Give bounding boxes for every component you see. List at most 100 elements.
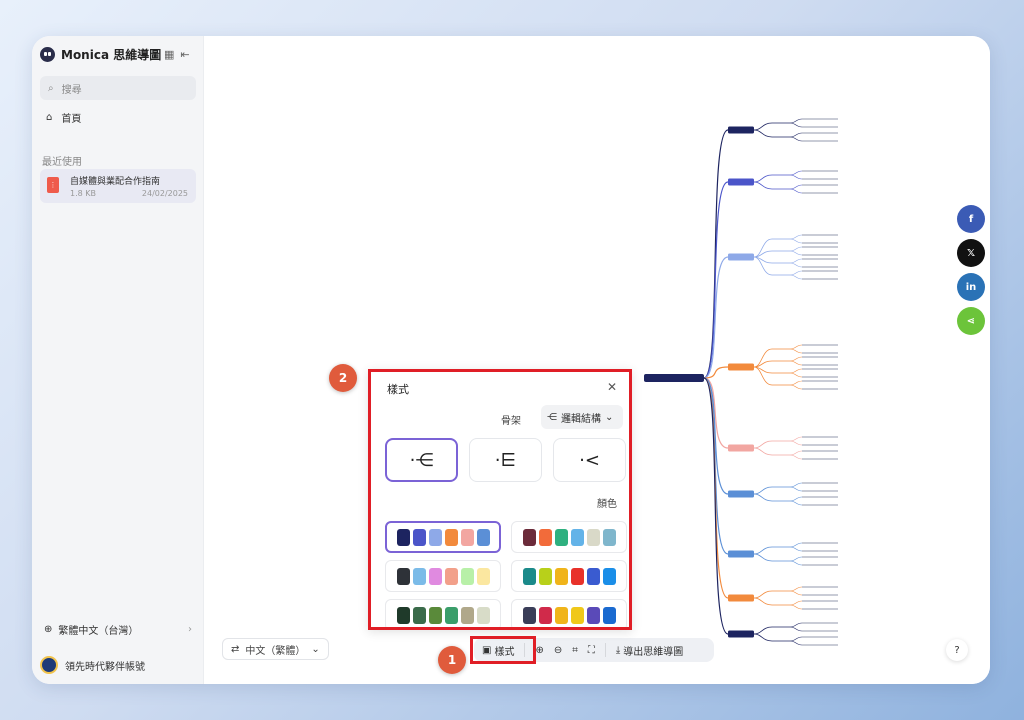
mindmap-leaf-line xyxy=(789,586,803,592)
mindmap-leaf-line xyxy=(789,626,803,632)
palette-swatch xyxy=(460,528,474,546)
mindmap-leaf-line xyxy=(789,482,803,488)
language-label: 繁體中文（台灣） xyxy=(58,626,139,637)
palette-swatch xyxy=(396,606,410,624)
share-icon[interactable]: ⋖ xyxy=(957,307,985,335)
zoom-out-icon[interactable]: ⊖ xyxy=(554,645,562,656)
palette-swatch xyxy=(586,528,600,546)
avatar xyxy=(40,656,58,674)
mindmap-root-node[interactable] xyxy=(644,374,704,382)
mindmap-subbranch-line xyxy=(753,546,773,555)
language-selector[interactable]: ⊕ 繁體中文（台灣） › xyxy=(44,622,192,637)
palette-swatch xyxy=(428,528,442,546)
style-panel-title: 樣式 xyxy=(387,383,409,396)
palette-swatch xyxy=(538,567,552,585)
mindmap-subbranch-line xyxy=(753,366,773,386)
search-input[interactable]: ⌕ 搜尋 xyxy=(40,76,196,100)
fullscreen-icon[interactable]: ⛶ xyxy=(588,645,595,656)
globe-icon: ⊕ xyxy=(44,624,53,635)
mindmap-subbranch-line xyxy=(753,238,773,258)
skeleton-select[interactable]: ⋲ 邏輯結構 ⌄ xyxy=(541,405,623,429)
mindmap-subbranch-line xyxy=(753,633,773,642)
mindmap-leaf-line xyxy=(789,258,803,264)
language-select[interactable]: ⇄ 中文（繁體） ⌄ xyxy=(222,638,329,660)
palette-swatch xyxy=(570,528,584,546)
mindmap-leaf-line xyxy=(789,262,803,268)
mindmap-leaf-line xyxy=(789,640,803,646)
mindmap-leaf-line xyxy=(789,174,803,180)
mindmap-branch-node[interactable] xyxy=(728,253,754,261)
mindmap-leaf-line xyxy=(789,356,803,362)
palette-swatch xyxy=(476,606,490,624)
mindmap-branch-node[interactable] xyxy=(728,178,754,186)
mindmap-branch-node[interactable] xyxy=(728,630,754,638)
palette-swatch xyxy=(476,567,490,585)
highlight-style-button xyxy=(470,636,536,664)
monica-logo-icon xyxy=(40,47,55,62)
export-button[interactable]: ⤓ 導出思維導圖 xyxy=(616,643,683,658)
mindmap-leaf-line xyxy=(789,384,803,390)
mindmap-leaf-line xyxy=(789,118,803,124)
search-icon: ⌕ xyxy=(48,82,54,94)
mindmap-branch-node[interactable] xyxy=(728,550,754,558)
mindmap-subbranch-line xyxy=(753,626,773,635)
mindmap-leaf-line xyxy=(789,246,803,252)
color-palette-option[interactable] xyxy=(511,560,627,592)
color-palette-option[interactable] xyxy=(385,560,501,592)
facebook-icon[interactable]: f xyxy=(957,205,985,233)
recent-file-item[interactable]: ⋮ 自媒體與業配合作指南 1.8 KB 24/02/2025 xyxy=(40,169,196,203)
palette-swatch xyxy=(602,528,616,546)
mindmap-branch-node[interactable] xyxy=(728,363,754,371)
mindmap-leaf-line xyxy=(789,556,803,562)
mindmap-leaf-line xyxy=(789,188,803,194)
mindmap-leaf-line xyxy=(789,136,803,142)
layout-option-logic-both[interactable]: ⋅⋿ xyxy=(469,438,542,482)
mindmap-leaf-line xyxy=(789,454,803,460)
mindmap-leaf-line xyxy=(789,184,803,190)
mindmap-branch-node[interactable] xyxy=(728,490,754,498)
mindmap-leaf-line xyxy=(789,234,803,240)
layout-logic-right-icon: ⋅⋲ xyxy=(409,449,434,471)
palette-swatch xyxy=(444,606,458,624)
mindmap-leaf-line xyxy=(789,368,803,374)
mindmap-leaf-line xyxy=(789,546,803,552)
language-select-value: 中文（繁體） xyxy=(245,645,306,657)
fit-view-icon[interactable]: ⌗ xyxy=(572,645,578,656)
app-brand[interactable]: Monica 思維導圖 xyxy=(40,46,161,63)
palette-swatch xyxy=(554,567,568,585)
zoom-in-icon[interactable]: ⊕ xyxy=(535,645,543,656)
mindmap-leaf-line xyxy=(789,344,803,350)
export-button-label: 導出思維導圖 xyxy=(623,646,684,658)
palette-swatch xyxy=(428,567,442,585)
mindmap-subbranch-line xyxy=(753,590,773,599)
color-palette-option[interactable] xyxy=(511,599,627,627)
color-palette-option[interactable] xyxy=(511,521,627,553)
layout-option-logic-right[interactable]: ⋅⋲ xyxy=(385,438,458,482)
palette-swatch xyxy=(538,528,552,546)
account-menu[interactable]: 領先時代夥伴帳號 xyxy=(40,656,145,674)
palette-swatch xyxy=(570,606,584,624)
file-date: 24/02/2025 xyxy=(141,189,188,198)
grid-icon[interactable]: ▦ xyxy=(164,48,174,61)
color-palette-option[interactable] xyxy=(385,521,501,553)
mindmap-subbranch-line xyxy=(753,122,773,131)
close-icon[interactable]: ✕ xyxy=(607,380,617,394)
color-palette-option[interactable] xyxy=(385,599,501,627)
help-button[interactable]: ? xyxy=(946,639,968,661)
home-icon: ⌂ xyxy=(46,112,53,123)
x-icon[interactable]: 𝕏 xyxy=(957,239,985,267)
linkedin-icon[interactable]: in xyxy=(957,273,985,301)
palette-swatch xyxy=(554,606,568,624)
mindmap-leaf-line xyxy=(789,274,803,280)
sidebar-item-home[interactable]: ⌂ 首頁 xyxy=(46,110,81,125)
mindmap-subbranch-line xyxy=(753,493,773,502)
mindmap-leaf-line xyxy=(789,604,803,610)
palette-swatch xyxy=(476,528,490,546)
style-panel: 樣式 ✕ 骨架 ⋲ 邏輯結構 ⌄ ⋅⋲ ⋅⋿ ⋅< 顏色 xyxy=(368,369,632,630)
mindmap-branch-node[interactable] xyxy=(728,126,754,134)
layout-option-tree-left[interactable]: ⋅< xyxy=(553,438,626,482)
mindmap-branch-node[interactable] xyxy=(728,594,754,602)
collapse-sidebar-icon[interactable]: ⇤ xyxy=(180,48,189,61)
mindmap-branch-node[interactable] xyxy=(728,444,754,452)
layout-tree-left-icon: ⋅< xyxy=(579,449,600,471)
